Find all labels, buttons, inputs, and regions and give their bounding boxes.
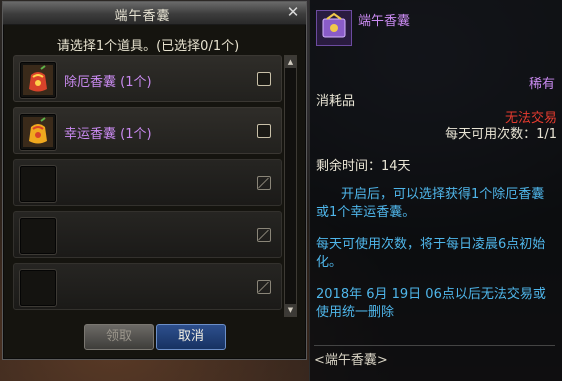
divider (314, 345, 555, 346)
item-label: 幸运香囊 (1个) (64, 127, 152, 142)
list-scrollbar[interactable]: ▲ ▼ (284, 55, 297, 317)
item-label: 除厄香囊 (1个) (64, 75, 152, 90)
item-slot (20, 62, 56, 98)
remaining-time: 剩余时间：14天 (316, 159, 411, 174)
dialog-titlebar: 端午香囊 ✕ (3, 2, 306, 25)
sachet-box-icon (316, 10, 352, 46)
scroll-up-icon[interactable]: ▲ (285, 56, 296, 68)
claim-button[interactable]: 领取 (84, 324, 154, 350)
item-checkbox[interactable] (257, 72, 271, 86)
dialog-title: 端午香囊 (114, 9, 171, 24)
disabled-checkbox-icon (257, 280, 271, 294)
cancel-button[interactable]: 取消 (156, 324, 226, 350)
close-icon[interactable]: ✕ (285, 4, 301, 20)
selection-prompt: 请选择1个道具。(已选择0/1个) (56, 39, 240, 54)
empty-slot (20, 166, 56, 202)
rarity-label: 稀有 (528, 77, 555, 92)
item-slot (20, 114, 56, 150)
item-tooltip: 端午香囊 稀有 消耗品 无法交易 每天可用次数：1/1 剩余时间：14天 开启后… (309, 0, 562, 381)
empty-slot (20, 218, 56, 254)
list-item-empty (13, 263, 282, 310)
list-item-empty (13, 211, 282, 258)
expiry-note: 2018年 6月 19日 06点以后无法交易或使用统一删除 (316, 287, 546, 320)
item-select-dialog: 端午香囊 ✕ 请选择1个道具。(已选择0/1个) 除厄香囊 (1个) 幸运香囊 … (2, 1, 307, 360)
red-sachet-icon (23, 65, 53, 95)
item-type: 消耗品 (316, 94, 356, 109)
list-item-red-sachet[interactable]: 除厄香囊 (1个) (13, 55, 282, 102)
item-description: 开启后，可以选择获得1个除厄香囊或1个幸运香囊。 (316, 187, 545, 220)
list-item-gold-sachet[interactable]: 幸运香囊 (1个) (13, 107, 282, 154)
disabled-checkbox-icon (257, 228, 271, 242)
daily-uses: 每天可用次数：1/1 (445, 127, 557, 142)
list-item-empty (13, 159, 282, 206)
disabled-checkbox-icon (257, 176, 271, 190)
daily-reset-note: 每天可使用次数，将于每日凌晨6点初始化。 (316, 237, 546, 270)
empty-slot (20, 270, 56, 306)
tooltip-footer: <端午香囊> (314, 353, 388, 368)
gold-sachet-icon (23, 117, 53, 147)
scroll-down-icon[interactable]: ▼ (285, 304, 296, 316)
item-list: 除厄香囊 (1个) 幸运香囊 (1个) (13, 55, 282, 311)
tooltip-item-name: 端午香囊 (358, 14, 411, 29)
item-checkbox[interactable] (257, 124, 271, 138)
